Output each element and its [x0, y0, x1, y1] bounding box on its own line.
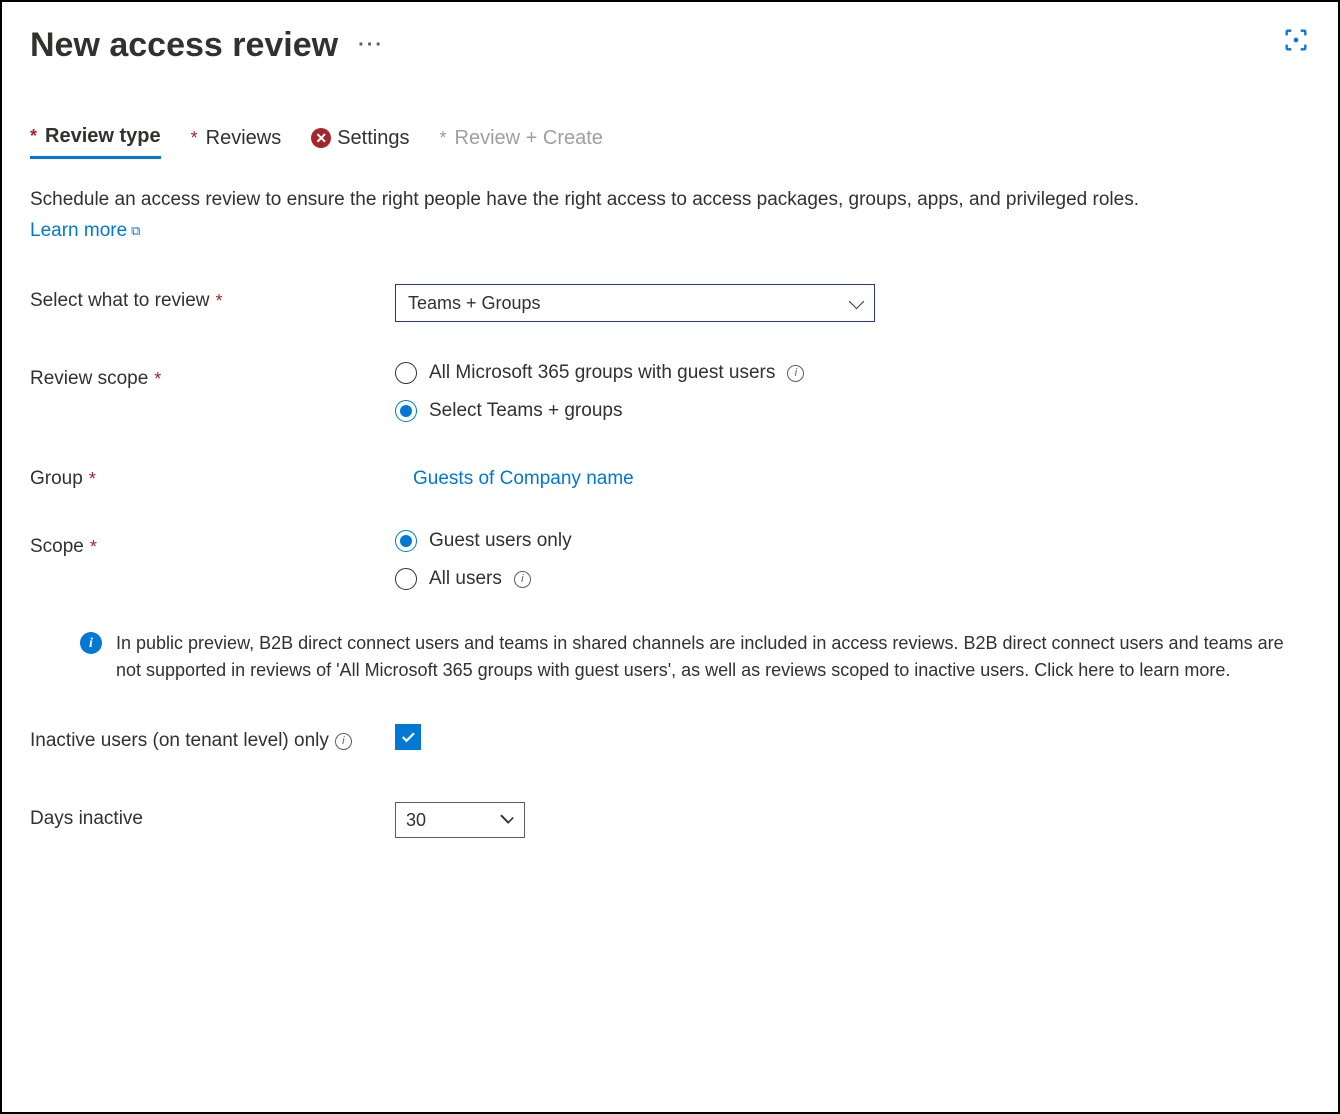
inactive-users-checkbox[interactable] [395, 724, 421, 750]
row-scope: Scope * Guest users only All users i [30, 530, 1310, 590]
radio-label: All Microsoft 365 groups with guest user… [429, 362, 775, 384]
required-asterisk-icon: * [89, 469, 96, 490]
tab-label: Reviews [206, 127, 282, 150]
label-review-scope: Review scope * [30, 362, 395, 390]
label-inactive-users: Inactive users (on tenant level) only i [30, 724, 395, 752]
radio-icon [395, 530, 417, 552]
focus-mode-icon[interactable] [1282, 26, 1310, 59]
radio-label: All users [429, 568, 502, 590]
label-text: Select what to review [30, 290, 210, 312]
radio-label: Guest users only [429, 530, 572, 552]
more-actions-button[interactable]: ··· [358, 34, 384, 57]
title-text: New access review [30, 26, 338, 65]
radio-select-teams[interactable]: Select Teams + groups [395, 400, 1310, 422]
info-banner: i In public preview, B2B direct connect … [60, 630, 1310, 684]
radio-guest-only[interactable]: Guest users only [395, 530, 1310, 552]
required-asterisk-icon: * [439, 128, 446, 149]
radio-icon [395, 568, 417, 590]
error-icon: ✕ [311, 128, 331, 148]
label-group: Group * [30, 462, 395, 490]
row-group: Group * Guests of Company name [30, 462, 1310, 490]
info-icon[interactable]: i [514, 571, 531, 588]
external-link-icon: ⧉ [131, 222, 140, 240]
tab-label: Review + Create [455, 127, 603, 150]
info-banner-text: In public preview, B2B direct connect us… [116, 630, 1290, 684]
chevron-down-icon [849, 293, 865, 309]
label-text: Group [30, 468, 83, 490]
required-asterisk-icon: * [154, 369, 161, 390]
days-value: 30 [406, 810, 426, 831]
learn-more-label: Learn more [30, 218, 127, 245]
label-text: Days inactive [30, 808, 143, 830]
radio-icon [395, 400, 417, 422]
days-inactive-input[interactable]: 30 [395, 802, 525, 838]
label-text: Scope [30, 536, 84, 558]
intro-section: Schedule an access review to ensure the … [30, 187, 1310, 244]
tab-label: Review type [45, 125, 161, 148]
label-scope: Scope * [30, 530, 395, 558]
required-asterisk-icon: * [216, 291, 223, 312]
learn-more-link[interactable]: Learn more ⧉ [30, 218, 140, 245]
header-row: New access review ··· [30, 26, 1310, 65]
row-review-scope: Review scope * All Microsoft 365 groups … [30, 362, 1310, 422]
label-days-inactive: Days inactive [30, 802, 395, 830]
row-inactive-users: Inactive users (on tenant level) only i [30, 724, 1310, 752]
select-what-dropdown[interactable]: Teams + Groups [395, 284, 875, 322]
label-select-what: Select what to review * [30, 284, 395, 312]
label-text: Review scope [30, 368, 148, 390]
dropdown-value: Teams + Groups [408, 293, 541, 314]
group-link[interactable]: Guests of Company name [413, 462, 634, 490]
form-area: Select what to review * Teams + Groups R… [30, 284, 1310, 838]
intro-text: Schedule an access review to ensure the … [30, 187, 1310, 214]
info-icon[interactable]: i [787, 365, 804, 382]
row-days-inactive: Days inactive 30 [30, 802, 1310, 838]
tab-reviews[interactable]: * Reviews [191, 127, 282, 158]
radio-icon [395, 362, 417, 384]
info-icon[interactable]: i [335, 733, 352, 750]
radio-all-groups[interactable]: All Microsoft 365 groups with guest user… [395, 362, 1310, 384]
tab-label: Settings [337, 127, 409, 150]
info-icon: i [80, 632, 102, 654]
label-text: Inactive users (on tenant level) only [30, 730, 329, 752]
tab-review-type[interactable]: * Review type [30, 125, 161, 159]
radio-label: Select Teams + groups [429, 400, 622, 422]
row-select-what: Select what to review * Teams + Groups [30, 284, 1310, 322]
new-access-review-panel: New access review ··· * Review type * Re… [0, 0, 1340, 1114]
tab-settings[interactable]: ✕ Settings [311, 127, 409, 158]
required-asterisk-icon: * [191, 128, 198, 149]
tabs-bar: * Review type * Reviews ✕ Settings * Rev… [30, 125, 1310, 159]
required-asterisk-icon: * [30, 126, 37, 147]
radio-all-users[interactable]: All users i [395, 568, 1310, 590]
checkmark-icon [500, 810, 514, 824]
page-title: New access review ··· [30, 26, 384, 65]
required-asterisk-icon: * [90, 537, 97, 558]
tab-review-create[interactable]: * Review + Create [439, 127, 602, 158]
